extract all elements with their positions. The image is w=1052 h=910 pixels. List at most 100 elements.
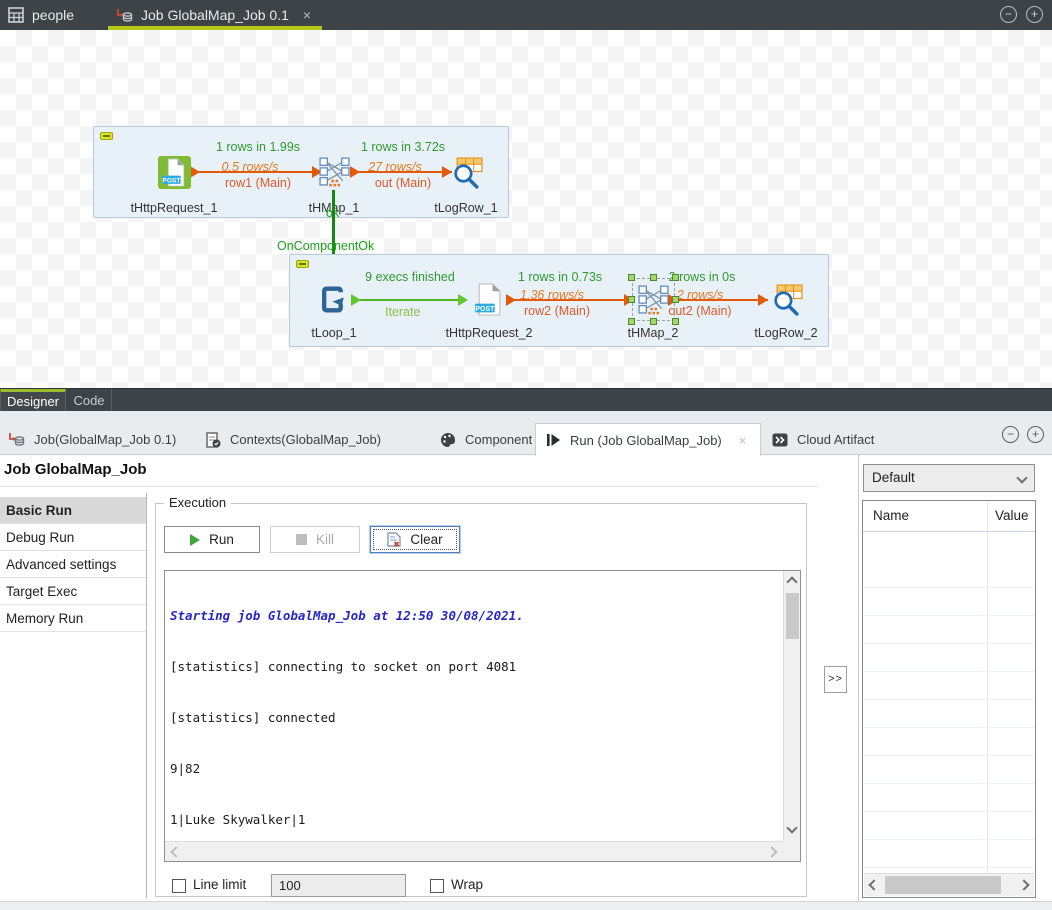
run-button[interactable]: Run	[164, 526, 260, 553]
selection-handle[interactable]	[672, 274, 679, 281]
tab-cloud-artifact-label: Cloud Artifact	[797, 432, 874, 447]
component-thttprequest-2[interactable]: POST	[472, 283, 505, 316]
component-thmap-2[interactable]	[637, 283, 670, 316]
selection-handle[interactable]	[650, 318, 657, 325]
minimize-view-icon[interactable]: −	[1000, 6, 1017, 23]
people-grid-icon	[8, 7, 24, 23]
column-header-value[interactable]: Value	[995, 508, 1029, 523]
sidebar-item-debug-run[interactable]: Debug Run	[0, 524, 146, 551]
tab-run-active[interactable]: Run (Job GlobalMap_Job) ×	[535, 423, 761, 456]
expand-context-button[interactable]: >>	[824, 666, 847, 693]
job-designer-canvas[interactable]: 1 rows in 1.99s 0.5 rows/s row1 (Main) 1…	[0, 30, 1052, 388]
scroll-right-icon[interactable]	[766, 846, 777, 857]
stop-icon	[296, 534, 307, 545]
component-label-thttprequest-2[interactable]: tHttpRequest_2	[419, 326, 559, 340]
table-row	[863, 727, 1035, 728]
tab-component[interactable]: Component	[440, 424, 532, 455]
component-tlogrow-1[interactable]	[450, 156, 483, 189]
clear-icon	[387, 532, 401, 547]
table-row	[863, 671, 1035, 672]
tab-people[interactable]: people	[8, 0, 74, 30]
row1-rate-stat: 0.5 rows/s	[170, 160, 330, 174]
execution-legend: Execution	[164, 495, 231, 510]
clear-button[interactable]: Clear	[370, 526, 460, 553]
sidebar-item-advanced-settings[interactable]: Advanced settings	[0, 551, 146, 578]
console-horizontal-scrollbar[interactable]	[165, 841, 783, 861]
component-label-tloop-1[interactable]: tLoop_1	[264, 326, 404, 340]
panel-maximize-icon[interactable]: +	[1027, 426, 1044, 443]
scroll-down-icon[interactable]	[786, 822, 797, 833]
selection-handle[interactable]	[650, 274, 657, 281]
selection-handle[interactable]	[628, 274, 635, 281]
scroll-left-icon[interactable]	[170, 846, 181, 857]
tab-contexts-label: Contexts(GlobalMap_Job)	[230, 432, 381, 447]
contexts-icon	[205, 432, 221, 448]
component-thttprequest-1[interactable]: POST	[158, 156, 191, 189]
tab-close-icon[interactable]: ×	[303, 7, 311, 23]
tab-cloud-artifact[interactable]: Cloud Artifact	[772, 424, 874, 455]
context-selector-value: Default	[872, 470, 915, 485]
bottom-panel-tab-bar: Job(GlobalMap_Job 0.1) Contexts(GlobalMa…	[0, 411, 1052, 455]
table-row	[863, 699, 1035, 700]
tab-designer[interactable]: Designer	[0, 389, 66, 412]
table-row	[863, 643, 1035, 644]
tab-job-label: Job GlobalMap_Job 0.1	[141, 7, 289, 23]
header-underline	[863, 531, 1035, 532]
row1-connection-label[interactable]: row1 (Main)	[178, 176, 338, 190]
selection-handle[interactable]	[672, 296, 679, 303]
tab-run-close-icon[interactable]: ×	[739, 433, 747, 448]
component-tloop-1[interactable]	[318, 283, 351, 316]
table-row	[863, 587, 1035, 588]
column-header-name[interactable]: Name	[873, 508, 909, 523]
right-panel-divider	[858, 455, 859, 901]
console-line: [statistics] connected	[170, 709, 782, 726]
table-scroll-left-icon[interactable]	[868, 879, 879, 890]
component-thmap-1[interactable]	[318, 155, 351, 188]
wrap-checkbox[interactable]	[430, 879, 444, 893]
console-vertical-scrollbar[interactable]	[783, 571, 800, 841]
chevron-down-icon	[1016, 472, 1027, 483]
talend-studio-window: people Job GlobalMap_Job 0.1 × − + 1 row…	[0, 0, 1052, 910]
subjob-2-collapse-icon[interactable]	[296, 260, 309, 268]
sidebar-item-memory-run[interactable]: Memory Run	[0, 605, 146, 632]
sidebar-item-basic-run[interactable]: Basic Run	[0, 497, 146, 524]
table-scroll-thumb[interactable]	[885, 876, 1001, 894]
vertical-scroll-thumb[interactable]	[786, 593, 799, 639]
maximize-view-icon[interactable]: +	[1026, 6, 1043, 23]
connection-iterate-line[interactable]	[356, 299, 466, 301]
trigger-oncomponentok-label[interactable]: OnComponentOk	[277, 239, 374, 253]
context-variables-table[interactable]: Name Value	[862, 500, 1036, 898]
table-scroll-right-icon[interactable]	[1018, 879, 1029, 890]
table-row	[863, 755, 1035, 756]
component-tlogrow-2[interactable]	[770, 283, 803, 316]
selection-handle[interactable]	[628, 296, 635, 303]
tab-job-view[interactable]: Job(GlobalMap_Job 0.1)	[8, 424, 176, 455]
component-label-tlogrow-1[interactable]: tLogRow_1	[396, 201, 536, 215]
iterate-connection-label[interactable]: Iterate	[385, 305, 420, 319]
selection-handle[interactable]	[672, 318, 679, 325]
component-label-thmap-2[interactable]: tHMap_2	[583, 326, 723, 340]
post-badge-1: POST	[162, 177, 180, 184]
context-selector[interactable]: Default	[863, 464, 1035, 492]
kill-button-label: Kill	[316, 532, 334, 547]
execution-console[interactable]: Starting job GlobalMap_Job at 12:50 30/0…	[164, 570, 801, 862]
sidebar-item-target-exec[interactable]: Target Exec	[0, 578, 146, 605]
kill-button[interactable]: Kill	[270, 526, 360, 553]
table-horizontal-scrollbar[interactable]	[864, 873, 1034, 896]
line-limit-input[interactable]: 100	[271, 874, 406, 897]
row2-rows-stat: 1 rows in 0.73s	[480, 270, 640, 284]
panel-minimize-icon[interactable]: −	[1002, 426, 1019, 443]
run-job-title: Job GlobalMap_Job	[4, 461, 147, 478]
tab-contexts[interactable]: Contexts(GlobalMap_Job)	[205, 424, 381, 455]
console-line: Starting job GlobalMap_Job at 12:50 30/0…	[170, 607, 782, 624]
tab-code[interactable]: Code	[67, 389, 112, 412]
table-row	[863, 783, 1035, 784]
component-label-tlogrow-2[interactable]: tLogRow_2	[716, 326, 856, 340]
selection-handle[interactable]	[628, 318, 635, 325]
subjob-1-collapse-icon[interactable]	[100, 132, 113, 140]
connection-iterate-source-arrow-icon	[351, 294, 361, 306]
scroll-up-icon[interactable]	[786, 576, 797, 587]
run-view: Job GlobalMap_Job Basic Run Debug Run Ad…	[0, 455, 1052, 901]
line-limit-checkbox[interactable]	[172, 879, 186, 893]
component-label-thttprequest-1[interactable]: tHttpRequest_1	[104, 201, 244, 215]
